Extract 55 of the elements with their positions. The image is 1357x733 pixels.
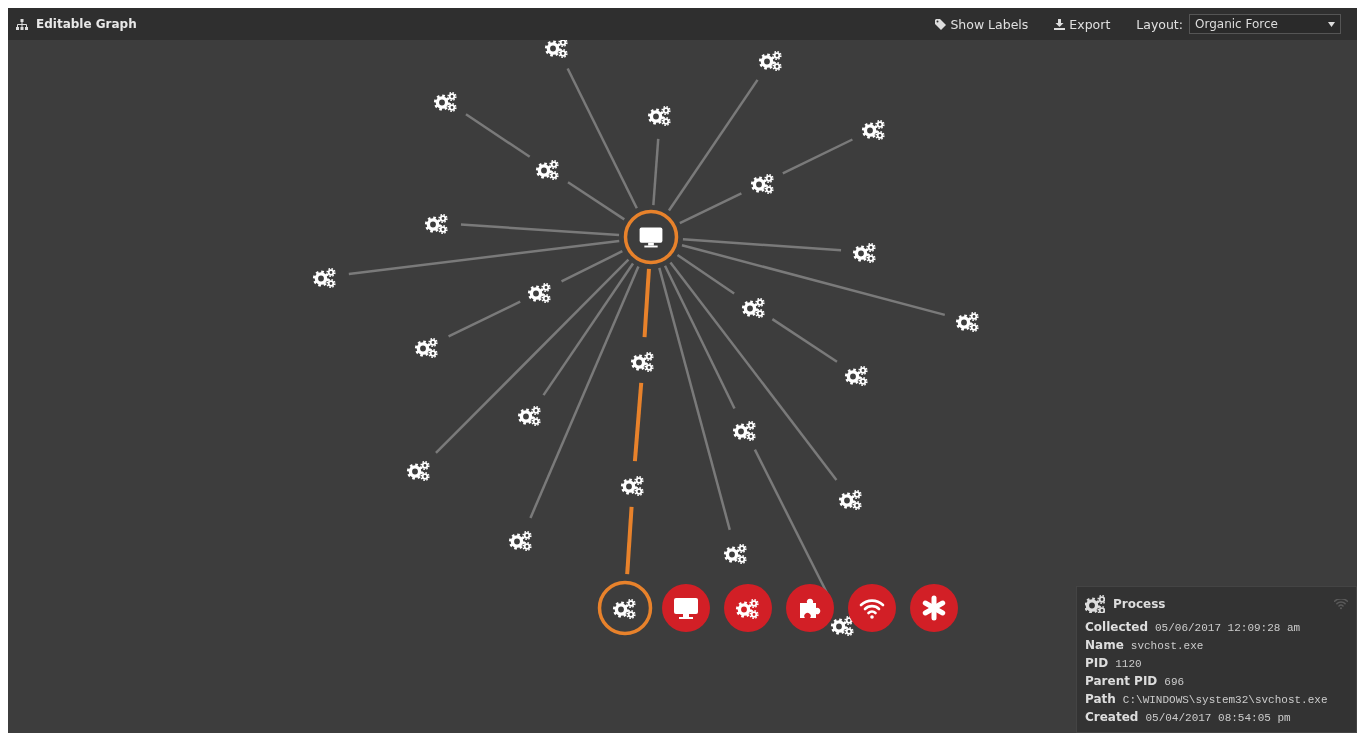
process-node[interactable]	[406, 460, 430, 482]
app-title: Editable Graph	[36, 17, 137, 31]
field-value: 05/06/2017 12:09:28 am	[1155, 622, 1301, 634]
process-node[interactable]	[732, 420, 756, 442]
show-labels-button[interactable]: Show Labels	[935, 16, 1029, 32]
gears-action-button[interactable]	[724, 584, 772, 632]
layout-dropdown[interactable]: Organic Force	[1189, 14, 1341, 34]
wifi-icon	[1334, 598, 1348, 610]
process-node[interactable]	[433, 91, 457, 113]
wifi-action-button[interactable]	[848, 584, 896, 632]
panel-title: Process	[1113, 597, 1166, 611]
field-label: Name	[1085, 638, 1124, 652]
process-node[interactable]	[758, 50, 782, 72]
hierarchy-icon	[16, 18, 28, 30]
layout-label: Layout:	[1136, 16, 1183, 32]
caret-icon	[1328, 21, 1335, 27]
process-node[interactable]	[597, 580, 653, 636]
field-label: Collected	[1085, 620, 1148, 634]
process-node[interactable]	[517, 405, 541, 427]
process-node[interactable]	[544, 40, 568, 59]
process-node[interactable]	[830, 615, 854, 637]
process-node[interactable]	[414, 337, 438, 359]
field-value: 05/04/2017 08:54:05 pm	[1145, 712, 1291, 724]
asterisk-action-button[interactable]	[910, 584, 958, 632]
process-node[interactable]	[647, 105, 671, 127]
field-value: C:\WINDOWS\system32\svchost.exe	[1122, 694, 1328, 706]
puzzle-action-button[interactable]	[786, 584, 834, 632]
process-node[interactable]	[508, 530, 532, 552]
process-node[interactable]	[723, 543, 747, 565]
process-node[interactable]	[955, 311, 979, 333]
export-button[interactable]: Export	[1054, 16, 1111, 32]
process-node[interactable]	[861, 119, 885, 141]
process-node[interactable]	[527, 282, 551, 304]
gears-icon	[1085, 595, 1105, 613]
process-node[interactable]	[741, 297, 765, 319]
process-node[interactable]	[750, 173, 774, 195]
process-node[interactable]	[852, 242, 876, 264]
process-node[interactable]	[424, 213, 448, 235]
process-node[interactable]	[535, 159, 559, 181]
process-node[interactable]	[312, 267, 336, 289]
field-label: Path	[1085, 692, 1116, 706]
field-value: svchost.exe	[1130, 640, 1204, 652]
field-value: 696	[1164, 676, 1185, 688]
field-label: Parent PID	[1085, 674, 1158, 688]
field-label: Created	[1085, 710, 1139, 724]
tag-icon	[935, 18, 947, 30]
process-node[interactable]	[630, 351, 654, 373]
field-value: 1120	[1115, 658, 1142, 670]
computer-node[interactable]	[623, 209, 679, 265]
process-node[interactable]	[844, 365, 868, 387]
monitor-action-button[interactable]	[662, 584, 710, 632]
download-icon	[1054, 18, 1066, 30]
field-label: PID	[1085, 656, 1109, 670]
process-node[interactable]	[620, 475, 644, 497]
process-node[interactable]	[838, 489, 862, 511]
